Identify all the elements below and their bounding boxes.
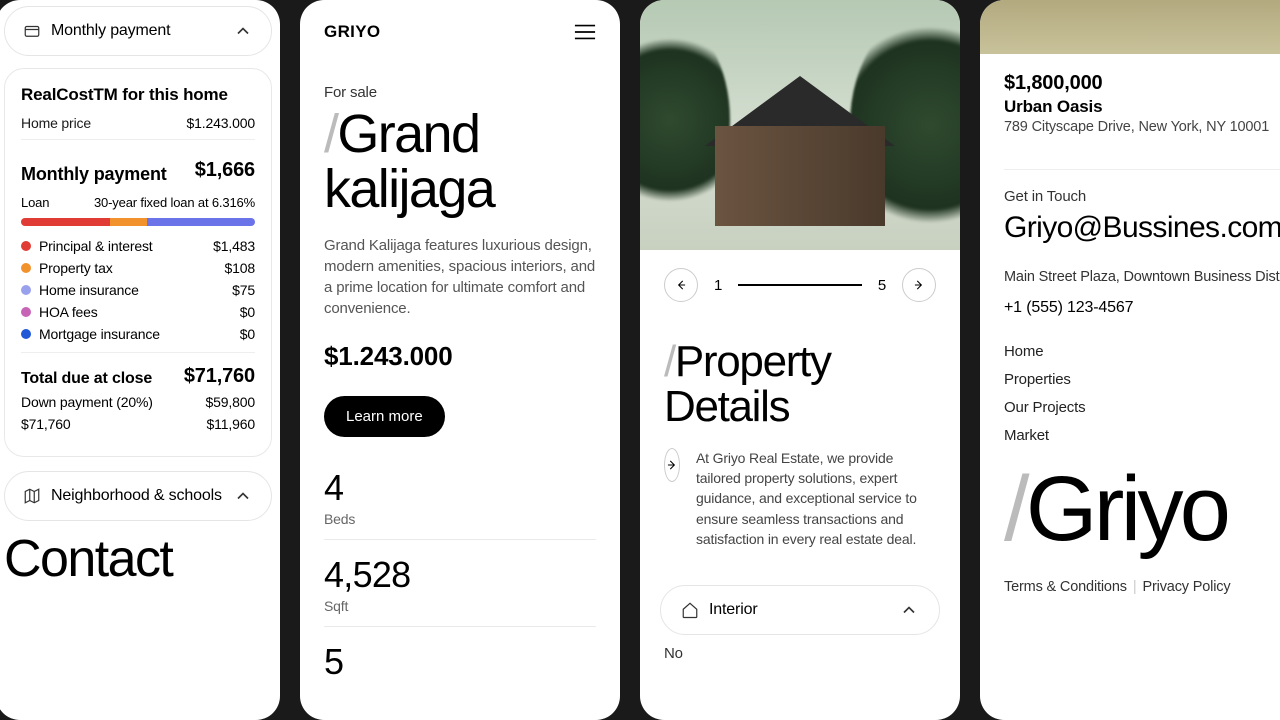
slash-icon: / [324, 104, 337, 164]
legend-row: Home insurance $75 [21, 282, 255, 298]
stat-item: 4,528 Sqft [324, 554, 596, 627]
contact-email[interactable]: Griyo@Bussines.com [1004, 211, 1280, 245]
total-due-value: $71,760 [184, 365, 255, 388]
next-button[interactable] [902, 268, 936, 302]
legend-dot [21, 329, 31, 339]
home-price-label: Home price [21, 115, 91, 131]
details-screen: 1 5 /Property Details At Griyo Real Esta… [640, 0, 960, 720]
details-arrow-button[interactable] [664, 448, 680, 482]
privacy-link[interactable]: Privacy Policy [1142, 579, 1230, 595]
closing-cost-value: $11,960 [207, 416, 255, 432]
legend-dot [21, 285, 31, 295]
legend-label: Home insurance [39, 282, 139, 298]
legend-label: Property tax [39, 260, 113, 276]
footer-nav-link[interactable]: Our Projects [1004, 399, 1280, 416]
monthly-payment-value: $1,666 [195, 159, 255, 182]
get-in-touch-label: Get in Touch [1004, 188, 1280, 205]
stat-number: 5 [324, 641, 596, 683]
divider [1004, 169, 1280, 170]
legend-value: $0 [240, 326, 255, 342]
legend-dot [21, 307, 31, 317]
footer-nav-link[interactable]: Market [1004, 427, 1280, 444]
stat-label: Beds [324, 511, 596, 527]
loan-desc: 30-year fixed loan at 6.316% [94, 195, 255, 210]
map-icon [23, 487, 41, 505]
brand-logo[interactable]: GRIYO [324, 22, 381, 42]
footer-screen: $1,800,000 Urban Oasis 789 Cityscape Dri… [980, 0, 1280, 720]
footer-nav-link[interactable]: Home [1004, 343, 1280, 360]
contact-phone[interactable]: +1 (555) 123-4567 [1004, 299, 1280, 317]
chevron-up-icon [233, 486, 253, 506]
legend-row: Property tax $108 [21, 260, 255, 276]
loan-label: Loan [21, 195, 49, 210]
slash-icon: / [664, 337, 675, 386]
details-heading: /Property Details [640, 320, 960, 430]
monthly-payment-pill-label: Monthly payment [51, 22, 170, 40]
closing-cost-label: $71,760 [21, 416, 71, 432]
sale-tag: For sale [324, 84, 596, 101]
home-icon [681, 601, 699, 619]
listing-address: 789 Cityscape Drive, New York, NY 10001 [1004, 119, 1280, 135]
home-price-value: $1.243.000 [187, 115, 255, 131]
legend-dot [21, 263, 31, 273]
monthly-payment-pill[interactable]: Monthly payment [4, 6, 272, 56]
legend-value: $0 [240, 304, 255, 320]
partial-text: No [640, 635, 960, 672]
legend-label: HOA fees [39, 304, 98, 320]
monthly-payment-label: Monthly payment [21, 164, 167, 185]
cost-panel-screen: Monthly payment RealCostTM for this home… [0, 0, 280, 720]
legend-label: Principal & interest [39, 238, 153, 254]
property-price: $1.243.000 [324, 341, 596, 372]
page-current: 1 [714, 277, 722, 294]
listing-hero-image [980, 0, 1280, 54]
terms-link[interactable]: Terms & Conditions [1004, 579, 1127, 595]
neighborhood-pill-label: Neighborhood & schools [51, 487, 222, 505]
menu-icon[interactable] [574, 24, 596, 40]
legend-label: Mortgage insurance [39, 326, 160, 342]
down-payment-label: Down payment (20%) [21, 394, 153, 410]
details-description: At Griyo Real Estate, we provide tailore… [696, 448, 936, 549]
legal-links: Terms & Conditions|Privacy Policy [1004, 579, 1280, 595]
property-description: Grand Kalijaga features luxurious design… [324, 235, 596, 319]
footer-logo: /Griyo [1004, 468, 1280, 551]
gallery-pager: 1 5 [640, 250, 960, 320]
legend-value: $108 [224, 260, 255, 276]
legend-value: $75 [232, 282, 255, 298]
property-hero-image [640, 0, 960, 250]
property-title: /Grand kalijaga [324, 107, 596, 217]
stat-number: 4,528 [324, 554, 596, 596]
stat-number: 4 [324, 467, 596, 509]
slash-icon: / [1004, 458, 1026, 560]
legend-row: Principal & interest $1,483 [21, 238, 255, 254]
realcost-card: RealCostTM for this home Home price $1.24… [4, 68, 272, 457]
pager-track [738, 284, 862, 286]
accordion-title: Interior [709, 601, 758, 619]
legend-row: HOA fees $0 [21, 304, 255, 320]
interior-accordion[interactable]: Interior [660, 585, 940, 635]
cost-breakdown-bar [21, 218, 255, 226]
prev-button[interactable] [664, 268, 698, 302]
chevron-up-icon [899, 600, 919, 620]
footer-nav-link[interactable]: Properties [1004, 371, 1280, 388]
listing-screen: GRIYO For sale /Grand kalijaga Grand Kal… [300, 0, 620, 720]
learn-more-button[interactable]: Learn more [324, 396, 445, 437]
stat-label: Sqft [324, 598, 596, 614]
legend-row: Mortgage insurance $0 [21, 326, 255, 342]
legend-value: $1,483 [213, 238, 255, 254]
contact-heading: Contact [0, 533, 280, 585]
neighborhood-pill[interactable]: Neighborhood & schools [4, 471, 272, 521]
card-title: RealCostTM for this home [21, 85, 255, 105]
company-address: Main Street Plaza, Downtown Business Dis… [1004, 269, 1280, 285]
legend-dot [21, 241, 31, 251]
card-icon [23, 22, 41, 40]
stat-item: 5 [324, 641, 596, 695]
listing-price: $1,800,000 [1004, 72, 1280, 95]
stat-item: 4 Beds [324, 467, 596, 540]
down-payment-value: $59,800 [206, 394, 256, 410]
chevron-up-icon [233, 21, 253, 41]
page-total: 5 [878, 277, 886, 294]
listing-name: Urban Oasis [1004, 97, 1280, 117]
total-due-label: Total due at close [21, 370, 152, 388]
